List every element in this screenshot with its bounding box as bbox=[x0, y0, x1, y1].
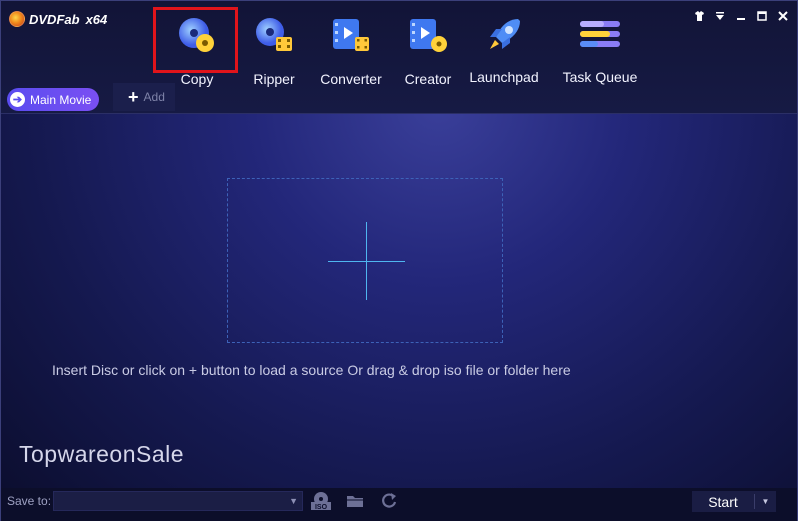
nav-task-queue-label: Task Queue bbox=[562, 69, 638, 85]
menu-dropdown-icon[interactable] bbox=[714, 10, 726, 22]
nav-task-queue[interactable]: Task Queue bbox=[559, 15, 641, 85]
drop-hint-text: Insert Disc or click on + button to load… bbox=[52, 362, 571, 378]
add-source-button[interactable]: + Add bbox=[113, 83, 175, 111]
selected-module-highlight bbox=[153, 7, 238, 73]
app-name: DVDFab bbox=[29, 11, 80, 27]
iso-icon[interactable]: ISO bbox=[310, 491, 332, 511]
window-controls bbox=[693, 10, 789, 22]
creator-icon bbox=[408, 15, 448, 55]
header-divider bbox=[1, 113, 797, 114]
plus-icon: + bbox=[128, 87, 139, 107]
app-window: DVDFab x64 Copy Ripper Converter Creator… bbox=[0, 0, 798, 521]
start-label: Start bbox=[708, 493, 738, 510]
start-options-chevron-icon[interactable]: ▼ bbox=[755, 497, 776, 506]
bottom-bar: Save to: ▼ ISO Start ▼ bbox=[1, 488, 797, 521]
watermark-text: TopwareonSale bbox=[19, 441, 185, 467]
minimize-icon[interactable] bbox=[735, 10, 747, 22]
rocket-icon bbox=[484, 15, 524, 55]
maximize-icon[interactable] bbox=[756, 10, 768, 22]
nav-ripper[interactable]: Ripper bbox=[244, 15, 304, 87]
ripper-icon bbox=[254, 15, 294, 55]
app-arch: x64 bbox=[85, 11, 108, 27]
skin-icon[interactable] bbox=[693, 10, 705, 22]
save-to-label: Save to: bbox=[7, 494, 52, 508]
add-cross-icon[interactable] bbox=[366, 222, 367, 300]
nav-launchpad-label: Launchpad bbox=[469, 69, 539, 85]
arrow-right-icon: ➔ bbox=[10, 92, 25, 107]
dvdfab-logo-icon bbox=[9, 11, 25, 27]
task-queue-icon bbox=[578, 15, 622, 55]
svg-text:ISO: ISO bbox=[315, 504, 328, 511]
nav-creator[interactable]: Creator bbox=[401, 15, 455, 87]
add-label: Add bbox=[143, 90, 165, 104]
nav-launchpad[interactable]: Launchpad bbox=[467, 15, 541, 85]
start-button[interactable]: Start ▼ bbox=[692, 491, 776, 512]
save-to-input[interactable]: ▼ bbox=[53, 491, 303, 511]
main-movie-button[interactable]: ➔ Main Movie bbox=[7, 88, 99, 111]
app-logo: DVDFab x64 bbox=[9, 11, 107, 27]
main-movie-label: Main Movie bbox=[30, 92, 92, 107]
folder-icon[interactable] bbox=[344, 491, 366, 511]
source-drop-zone[interactable] bbox=[227, 178, 503, 343]
close-icon[interactable] bbox=[777, 10, 789, 22]
converter-icon bbox=[331, 15, 371, 55]
refresh-icon[interactable] bbox=[378, 491, 400, 511]
nav-converter[interactable]: Converter bbox=[319, 15, 383, 87]
chevron-down-icon[interactable]: ▼ bbox=[289, 496, 298, 506]
